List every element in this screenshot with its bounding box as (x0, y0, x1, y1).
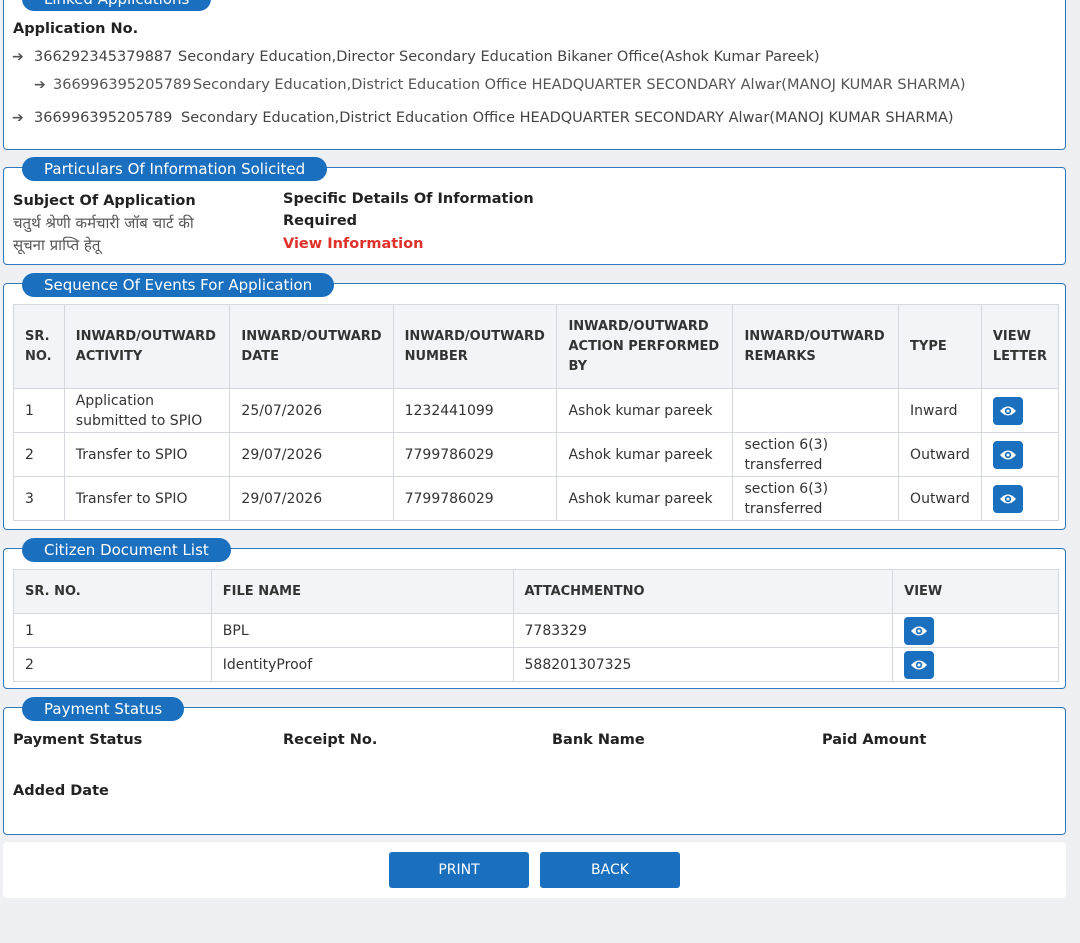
col-header-attachment: ATTACHMENTNO (512, 569, 894, 614)
documents-header-row: SR. NO. FILE NAME ATTACHMENTNO VIEW (13, 569, 1059, 614)
linked-app-description: Secondary Education,Director Secondary E… (178, 49, 820, 65)
eye-icon (911, 660, 928, 669)
view-document-button[interactable] (904, 616, 935, 645)
cell-remarks: section 6(3) transferred (732, 432, 900, 477)
col-header-view: VIEW (892, 569, 1059, 614)
col-header-activity: INWARD/OUTWARD ACTIVITY (63, 304, 231, 389)
actions-bar (3, 842, 1066, 898)
cell-sr: 3 (13, 476, 65, 521)
events-table: SR. NO. INWARD/OUTWARD ACTIVITY INWARD/OUT… (13, 304, 1060, 521)
cell-sr: 1 (13, 613, 212, 648)
cell-activity: Transfer to SPIO (63, 432, 231, 477)
eye-icon (999, 450, 1016, 459)
col-header-sr: SR. NO. (13, 569, 212, 614)
cell-attachment: 7783329 (512, 613, 894, 648)
documents-panel: Citizen Document List SR. NO. FILE NAME … (3, 538, 1066, 689)
subject-value-line1: चतुर्थ श्रेणी कर्मचारी जॉब चार्ट की (13, 214, 194, 232)
linked-app-description: Secondary Education,District Education O… (193, 77, 966, 93)
cell-type: Outward (898, 476, 982, 521)
view-document-button[interactable] (904, 650, 935, 679)
table-row: 2 Transfer to SPIO 29/07/2026 7799786029… (13, 432, 1060, 477)
view-letter-button[interactable] (992, 440, 1023, 469)
cell-attachment: 588201307325 (512, 647, 894, 682)
col-header-type: TYPE (898, 304, 982, 389)
cell-performed-by: Ashok kumar pareek (556, 388, 734, 433)
documents-table: SR. NO. FILE NAME ATTACHMENTNO VIEW 1 BP… (13, 569, 1059, 682)
cell-performed-by: Ashok kumar pareek (556, 476, 734, 521)
col-header-remarks: INWARD/OUTWARD REMARKS (732, 304, 900, 389)
col-header-view-letter: VIEW LETTER (980, 304, 1060, 389)
payment-panel: Payment Status Payment Status Receipt No… (3, 697, 1066, 835)
cell-date: 29/07/2026 (229, 432, 394, 477)
payment-legend: Payment Status (22, 697, 185, 721)
application-no-label: Application No. (13, 21, 139, 37)
paid-amount-label: Paid Amount (822, 732, 927, 748)
arrow-right-icon: ➔ (34, 77, 46, 93)
particulars-panel: Particulars Of Information Solicited Sub… (3, 157, 1066, 265)
cell-remarks (732, 388, 900, 433)
cell-activity: Transfer to SPIO (63, 476, 231, 521)
details-label-line1: Specific Details Of Information (283, 191, 534, 207)
cell-view (980, 432, 1060, 477)
view-letter-button[interactable] (992, 396, 1023, 425)
col-header-date: INWARD/OUTWARD DATE (229, 304, 394, 389)
subject-label: Subject Of Application (13, 193, 196, 209)
cell-view (892, 647, 1059, 682)
details-label-line2: Required (283, 213, 358, 229)
linked-applications-legend: Linked Applications (22, 0, 212, 11)
linked-app-number[interactable]: 366292345379887 (34, 49, 172, 65)
back-button[interactable]: BACK (540, 852, 680, 888)
eye-icon (911, 626, 928, 635)
table-row: 1 BPL 7783329 (13, 613, 1059, 648)
cell-sr: 2 (13, 647, 212, 682)
cell-number: 1232441099 (392, 388, 558, 433)
cell-type: Inward (898, 388, 982, 433)
linked-applications-panel: Linked Applications Application No. ➔ 36… (3, 0, 1066, 150)
events-legend: Sequence Of Events For Application (22, 273, 335, 297)
payment-status-label: Payment Status (13, 732, 143, 748)
view-letter-button[interactable] (992, 484, 1023, 513)
cell-view (892, 613, 1059, 648)
table-row: 1 Application submitted to SPIO 25/07/202… (13, 388, 1060, 433)
cell-activity: Application submitted to SPIO (63, 388, 231, 433)
cell-date: 29/07/2026 (229, 476, 394, 521)
cell-file-name: BPL (210, 613, 514, 648)
cell-number: 7799786029 (392, 476, 558, 521)
eye-icon (999, 406, 1016, 415)
receipt-no-label: Receipt No. (283, 732, 378, 748)
particulars-legend: Particulars Of Information Solicited (22, 157, 328, 181)
cell-type: Outward (898, 432, 982, 477)
linked-app-number[interactable]: 366996395205789 (34, 110, 172, 126)
col-header-file-name: FILE NAME (210, 569, 514, 614)
print-button[interactable]: PRINT (389, 852, 529, 888)
bank-name-label: Bank Name (552, 732, 645, 748)
cell-date: 25/07/2026 (229, 388, 394, 433)
linked-app-number[interactable]: 366996395205789 (53, 77, 191, 93)
documents-legend: Citizen Document List (22, 538, 231, 562)
added-date-label: Added Date (13, 783, 109, 799)
cell-sr: 2 (13, 432, 65, 477)
events-header-row: SR. NO. INWARD/OUTWARD ACTIVITY INWARD/OUT… (13, 304, 1060, 389)
events-panel: Sequence Of Events For Application SR. NO… (3, 273, 1066, 530)
cell-number: 7799786029 (392, 432, 558, 477)
eye-icon (999, 494, 1016, 503)
cell-file-name: IdentityProof (210, 647, 514, 682)
cell-view (980, 476, 1060, 521)
cell-remarks: section 6(3) transferred (732, 476, 900, 521)
arrow-right-icon: ➔ (12, 110, 24, 126)
cell-view (980, 388, 1060, 433)
subject-value-line2: सूचना प्राप्ति हेतू (13, 236, 101, 254)
col-header-number: INWARD/OUTWARD NUMBER (392, 304, 558, 389)
col-header-sr: SR. NO. (13, 304, 65, 389)
view-information-link[interactable]: View Information (283, 236, 423, 252)
arrow-right-icon: ➔ (12, 49, 24, 65)
table-row: 3 Transfer to SPIO 29/07/2026 7799786029… (13, 476, 1060, 521)
cell-performed-by: Ashok kumar pareek (556, 432, 734, 477)
table-row: 2 IdentityProof 588201307325 (13, 647, 1059, 682)
col-header-performed-by: INWARD/OUTWARD ACTION PERFORMED BY (556, 304, 734, 389)
cell-sr: 1 (13, 388, 65, 433)
linked-app-description: Secondary Education,District Education O… (181, 110, 954, 126)
